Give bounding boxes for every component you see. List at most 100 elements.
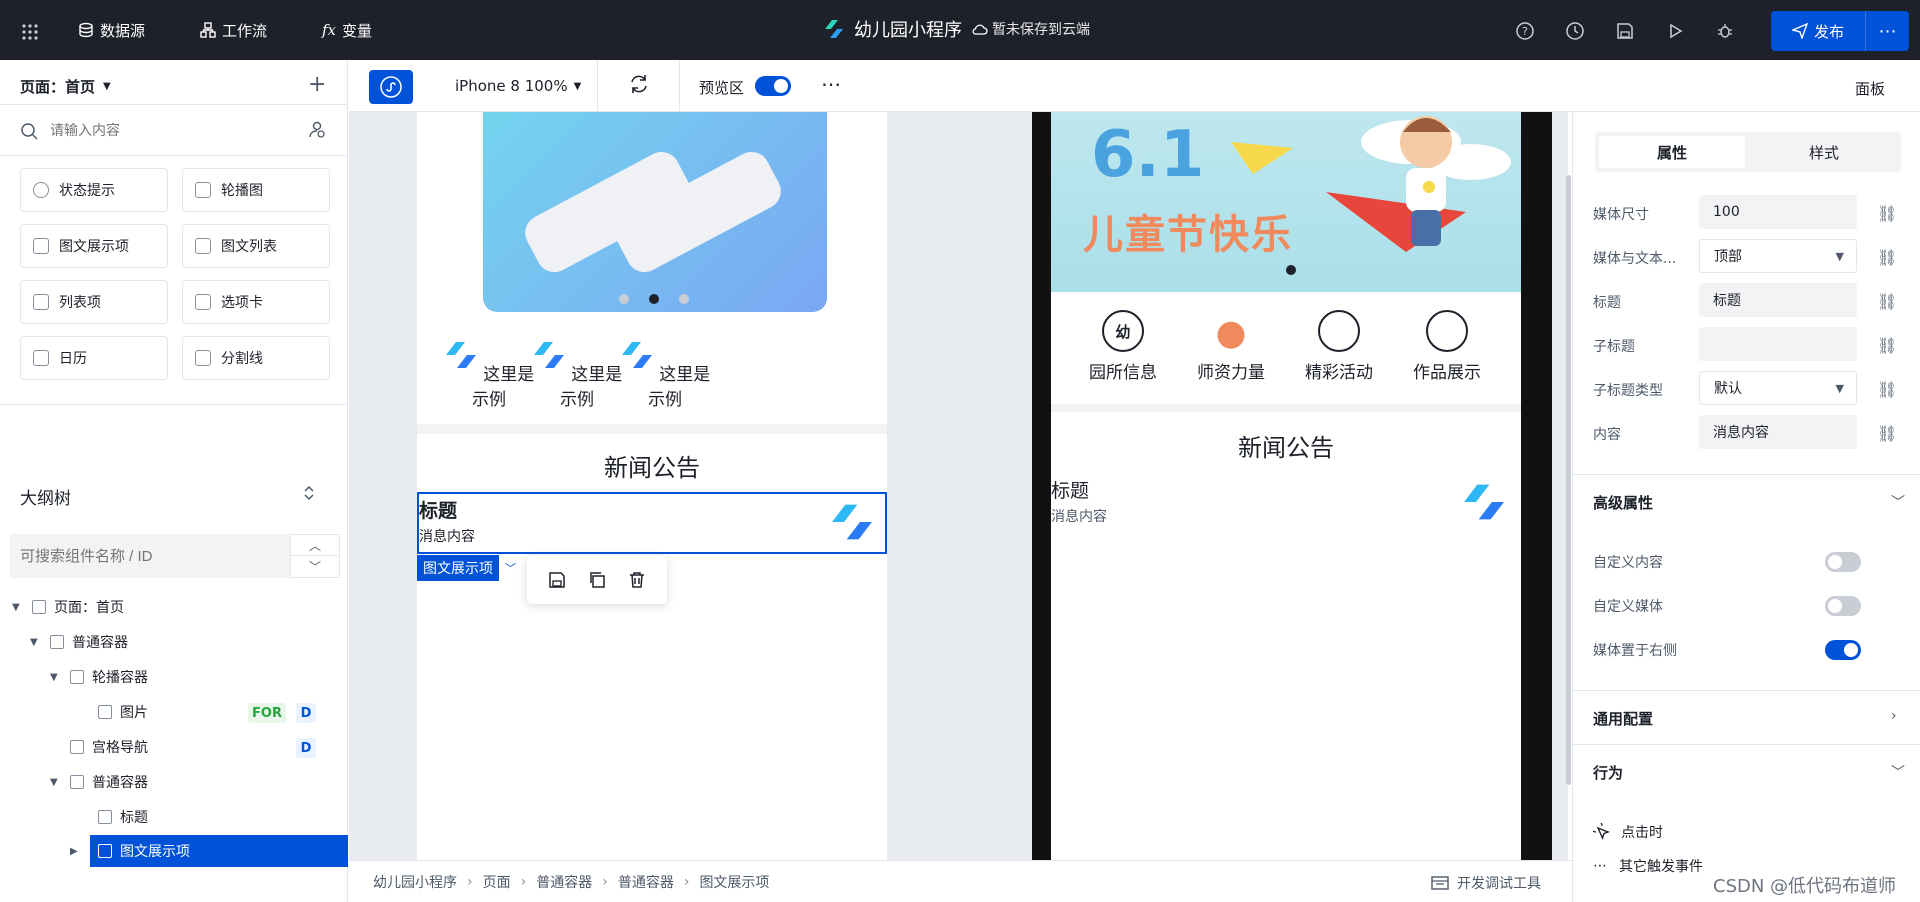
carousel-dot[interactable]	[679, 294, 689, 304]
news-title[interactable]: 新闻公告	[417, 448, 887, 483]
media-size-input[interactable]: 100	[1699, 195, 1857, 229]
nav-school-info[interactable]: 幼 园所信息	[1073, 310, 1173, 383]
media-text-select[interactable]: 顶部 ▼	[1699, 239, 1857, 273]
variables-button[interactable]: fx 变量	[322, 18, 372, 42]
title-input[interactable]: 标题	[1699, 283, 1857, 317]
bind-link-icon[interactable]: ⛓	[1877, 424, 1897, 443]
breadcrumb-item[interactable]: 幼儿园小程序	[373, 872, 457, 892]
caret-right-icon[interactable]: ▶	[70, 835, 82, 867]
tree-node-media-item-selected[interactable]: 图文展示项	[90, 835, 348, 867]
delete-icon[interactable]	[628, 571, 646, 589]
behavior-header[interactable]: 行为	[1593, 762, 1623, 783]
subtitle-type-select[interactable]: 默认 ▼	[1699, 371, 1857, 405]
datasource-button[interactable]: 数据源	[78, 18, 145, 42]
chevron-down-icon[interactable]: ﹀	[1891, 492, 1905, 512]
common-config-header[interactable]: 通用配置	[1593, 708, 1653, 729]
on-click-event[interactable]: 点击时	[1593, 822, 1663, 842]
nav-activities[interactable]: 精彩活动	[1289, 310, 1389, 383]
outline-search-input[interactable]	[10, 534, 290, 578]
breadcrumb-item[interactable]: 图文展示项	[699, 872, 769, 892]
page-selector[interactable]: 页面：首页 ▼	[20, 76, 111, 97]
help-icon[interactable]: ?	[1514, 20, 1536, 42]
grid-nav-item[interactable]: 这里是示例	[439, 340, 539, 410]
tree-node-title[interactable]: 标题	[90, 802, 148, 832]
tab-properties[interactable]: 属性	[1599, 136, 1745, 168]
chevron-down-icon[interactable]: ﹀	[1891, 762, 1905, 782]
content-input[interactable]: 消息内容	[1699, 415, 1857, 449]
run-icon[interactable]	[1664, 20, 1686, 42]
tree-node-page[interactable]: ▼ 页面：首页	[12, 592, 124, 622]
workflow-button[interactable]: 工作流	[200, 18, 267, 42]
debug-bug-icon[interactable]	[1714, 20, 1736, 42]
nav-works[interactable]: 作品展示	[1397, 310, 1497, 383]
custom-media-toggle[interactable]	[1825, 596, 1861, 616]
breadcrumb-item[interactable]: 普通容器	[618, 872, 674, 892]
chevron-down-icon[interactable]: ﹀	[505, 560, 516, 576]
advanced-section-header[interactable]: 高级属性	[1593, 492, 1653, 513]
component-media-item[interactable]: 图文展示项	[20, 224, 168, 268]
tree-node-carousel[interactable]: ▼ 轮播容器	[50, 662, 148, 692]
preview-toggle[interactable]	[755, 76, 791, 96]
bind-link-icon[interactable]: ⛓	[1877, 248, 1897, 267]
selected-media-item[interactable]: 标题 消息内容	[417, 492, 887, 554]
breadcrumb-item[interactable]: 普通容器	[536, 872, 592, 892]
grid-nav-item[interactable]: 这里是示例	[615, 340, 715, 410]
copy-icon[interactable]	[588, 571, 606, 589]
component-search-input[interactable]	[50, 119, 270, 141]
media-right-toggle[interactable]	[1825, 640, 1861, 660]
tree-node-image[interactable]: 图片	[90, 697, 148, 727]
publish-button[interactable]: 发布 ⋯	[1771, 11, 1909, 51]
carousel-placeholder-image[interactable]	[483, 112, 827, 312]
component-media-list[interactable]: 图文列表	[182, 224, 330, 268]
add-page-button[interactable]: +	[308, 72, 326, 97]
component-list-item[interactable]: 列表项	[20, 280, 168, 324]
bind-link-icon[interactable]: ⛓	[1877, 292, 1897, 311]
tree-node-grid-nav[interactable]: 宫格导航	[62, 732, 148, 762]
component-tabs[interactable]: 选项卡	[182, 280, 330, 324]
breadcrumb-item[interactable]: 页面	[483, 872, 511, 892]
outline-nav-arrows: ︿ ﹀	[290, 534, 340, 578]
component-carousel[interactable]: 轮播图	[182, 168, 330, 212]
media-item-icon	[33, 238, 49, 254]
device-selector[interactable]: iPhone 8 100% ▼	[455, 77, 581, 95]
carousel-dot[interactable]	[619, 294, 629, 304]
selected-component-tag[interactable]: 图文展示项	[417, 555, 499, 581]
more-icon[interactable]: ⋯	[821, 72, 842, 96]
preview-item-title[interactable]: 标题	[1051, 476, 1089, 503]
publish-main[interactable]: 发布	[1771, 11, 1866, 51]
component-status-tip[interactable]: 状态提示	[20, 168, 168, 212]
caret-down-icon: ▼	[50, 671, 58, 683]
other-events[interactable]: ⋯ 其它触发事件	[1593, 856, 1703, 876]
bind-link-icon[interactable]: ⛓	[1877, 204, 1897, 223]
cloud-icon	[972, 24, 988, 35]
grid-nav-item[interactable]: 这里是示例	[527, 340, 627, 410]
publish-more-icon[interactable]: ⋯	[1866, 11, 1909, 51]
chevron-down-icon[interactable]: ﹀	[291, 556, 339, 577]
expand-collapse-icon[interactable]	[302, 484, 316, 502]
dev-tools-button[interactable]: 开发调试工具	[1431, 873, 1541, 893]
miniprogram-button[interactable]	[369, 70, 413, 104]
bind-link-icon[interactable]: ⛓	[1877, 336, 1897, 355]
chevron-right-icon[interactable]: ›	[1891, 708, 1897, 724]
history-icon[interactable]	[1564, 20, 1586, 42]
user-manage-icon[interactable]	[308, 121, 326, 139]
bind-link-icon[interactable]: ⛓	[1877, 380, 1897, 399]
subtitle-input[interactable]	[1699, 327, 1857, 361]
children-day-banner[interactable]: 6.1 儿童节快乐	[1051, 112, 1521, 292]
refresh-icon[interactable]	[627, 72, 651, 96]
top-bar: 数据源 工作流 fx 变量 幼儿园小程序 暂未保存到云端 ? 发布 ⋯	[0, 0, 1920, 60]
custom-content-toggle[interactable]	[1825, 552, 1861, 572]
chevron-up-icon[interactable]: ︿	[291, 535, 339, 556]
canvas-scrollbar[interactable]	[1566, 175, 1571, 785]
tree-node-container-2[interactable]: ▼ 普通容器	[50, 767, 148, 797]
component-calendar[interactable]: 日历	[20, 336, 168, 380]
carousel-dot-active[interactable]	[649, 294, 659, 304]
save-icon[interactable]	[548, 571, 566, 589]
tree-node-container[interactable]: ▼ 普通容器	[30, 627, 128, 657]
apps-grid-icon[interactable]	[20, 20, 46, 44]
save-icon[interactable]	[1614, 20, 1636, 42]
panel-toggle[interactable]: 面板	[1855, 78, 1885, 99]
nav-teachers[interactable]: 师资力量	[1181, 310, 1281, 383]
component-divider[interactable]: 分割线	[182, 336, 330, 380]
tab-styles[interactable]: 样式	[1751, 136, 1897, 168]
